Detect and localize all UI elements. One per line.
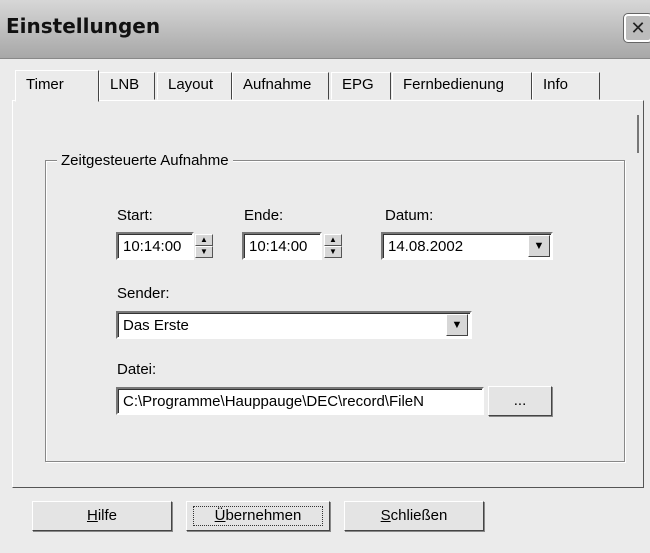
group-title: Zeitgesteuerte Aufnahme <box>57 152 233 169</box>
tab-aufnahme[interactable]: Aufnahme <box>232 72 329 100</box>
spin-down-icon[interactable]: ▼ <box>195 246 213 258</box>
start-label: Start: <box>117 207 153 224</box>
close-icon[interactable]: ✕ <box>624 14 650 42</box>
help-mnemonic: H <box>86 507 98 524</box>
tab-timer[interactable]: Timer <box>15 70 99 102</box>
date-label: Datum: <box>385 207 434 224</box>
help-button[interactable]: Hilfe <box>32 501 172 531</box>
close-button[interactable]: Schließen <box>344 501 484 531</box>
tab-layout[interactable]: Layout <box>157 72 232 100</box>
title-bar[interactable]: Einstellungen ✕ <box>0 0 650 59</box>
dropdown-arrow-icon[interactable]: ▼ <box>528 235 550 257</box>
dropdown-arrow-icon[interactable]: ▼ <box>446 314 468 336</box>
start-time-field[interactable]: 10:14:00 <box>116 232 194 260</box>
close-mnemonic: S <box>380 507 391 524</box>
browse-button[interactable]: ... <box>488 386 552 416</box>
end-label: Ende: <box>244 207 284 224</box>
tab-lnb[interactable]: LNB <box>99 72 155 100</box>
panel-edge <box>637 115 639 153</box>
close-label: chließen <box>390 507 448 524</box>
focus-rectangle <box>193 506 323 526</box>
spin-down-icon[interactable]: ▼ <box>324 246 342 258</box>
settings-dialog: Einstellungen ✕ Timer LNB Layout Aufnahm… <box>0 0 650 553</box>
end-time-spinner[interactable]: ▲ ▼ <box>324 234 342 258</box>
tab-info[interactable]: Info <box>532 72 600 100</box>
tab-fernbedienung[interactable]: Fernbedienung <box>392 72 532 100</box>
start-time-spinner[interactable]: ▲ ▼ <box>195 234 213 258</box>
file-label: Datei: <box>117 361 157 378</box>
spin-up-icon[interactable]: ▲ <box>324 234 342 246</box>
help-label: ilfe <box>97 507 118 524</box>
window-title: Einstellungen <box>6 14 161 38</box>
end-time-field[interactable]: 10:14:00 <box>242 232 322 260</box>
channel-label: Sender: <box>117 285 170 302</box>
tab-epg[interactable]: EPG <box>331 72 391 100</box>
file-path-input[interactable]: C:\Programme\Hauppauge\DEC\record\FileN <box>116 387 484 415</box>
spin-up-icon[interactable]: ▲ <box>195 234 213 246</box>
channel-select[interactable]: Das Erste <box>116 311 472 339</box>
